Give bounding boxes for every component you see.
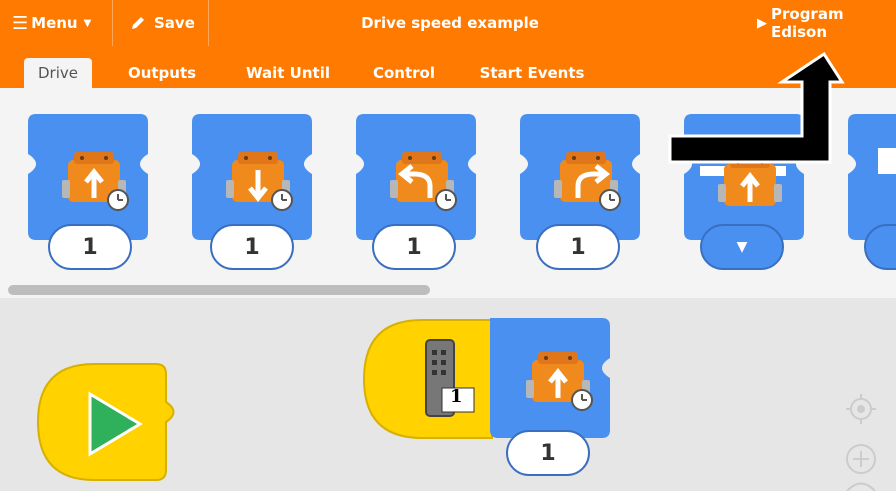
palette-block-drive-backward[interactable] bbox=[192, 114, 316, 242]
menu-label: Menu bbox=[31, 14, 78, 32]
palette-scrollbar[interactable] bbox=[8, 285, 430, 295]
zoom-in-icon[interactable] bbox=[844, 442, 878, 476]
save-label: Save bbox=[154, 14, 195, 32]
program-title[interactable]: Drive speed example bbox=[300, 0, 600, 46]
annotation-arrow-icon bbox=[668, 52, 845, 164]
palette-block-drive-partial[interactable] bbox=[848, 114, 896, 242]
workspace-drive-value[interactable]: 1 bbox=[506, 430, 590, 476]
program-edison-button[interactable]: ▶ Program Edison bbox=[757, 0, 896, 46]
tab-start-events[interactable]: Start Events bbox=[476, 58, 588, 88]
drive-block-partial-icon bbox=[878, 148, 896, 174]
menu-button[interactable]: ☰ Menu ▼ bbox=[12, 0, 91, 46]
palette-block-3-value[interactable]: 1 bbox=[372, 224, 456, 270]
palette-block-2-value[interactable]: 1 bbox=[210, 224, 294, 270]
remote-button-number: 1 bbox=[450, 386, 463, 407]
tab-control[interactable]: Control bbox=[366, 58, 442, 88]
dropdown-triangle-icon: ▼ bbox=[736, 239, 748, 255]
pencil-icon bbox=[130, 15, 146, 31]
palette-block-5-dropdown[interactable]: ▼ bbox=[700, 224, 784, 270]
palette-block-4-value[interactable]: 1 bbox=[536, 224, 620, 270]
start-block[interactable] bbox=[36, 362, 182, 482]
tab-wait-until[interactable]: Wait Until bbox=[238, 58, 338, 88]
save-button[interactable]: Save bbox=[130, 0, 195, 46]
workspace-drive-forward-block[interactable] bbox=[490, 318, 614, 442]
tab-drive[interactable]: Drive bbox=[24, 58, 92, 88]
hamburger-icon: ☰ bbox=[12, 12, 29, 34]
recenter-icon[interactable] bbox=[844, 392, 878, 426]
top-bar: ☰ Menu ▼ Save Drive speed example ▶ Prog… bbox=[0, 0, 896, 46]
tab-outputs[interactable]: Outputs bbox=[122, 58, 202, 88]
play-triangle-icon: ▶ bbox=[757, 15, 767, 31]
palette-block-turn-left[interactable] bbox=[356, 114, 480, 242]
palette-block-drive-forward[interactable] bbox=[28, 114, 152, 242]
program-edison-label: Program Edison bbox=[771, 5, 844, 41]
remote-button-event-block[interactable]: 1 bbox=[362, 318, 502, 442]
palette-block-turn-right[interactable] bbox=[520, 114, 644, 242]
palette-block-1-value[interactable]: 1 bbox=[48, 224, 132, 270]
zoom-out-icon[interactable] bbox=[844, 480, 878, 491]
caret-down-icon: ▼ bbox=[83, 17, 92, 29]
